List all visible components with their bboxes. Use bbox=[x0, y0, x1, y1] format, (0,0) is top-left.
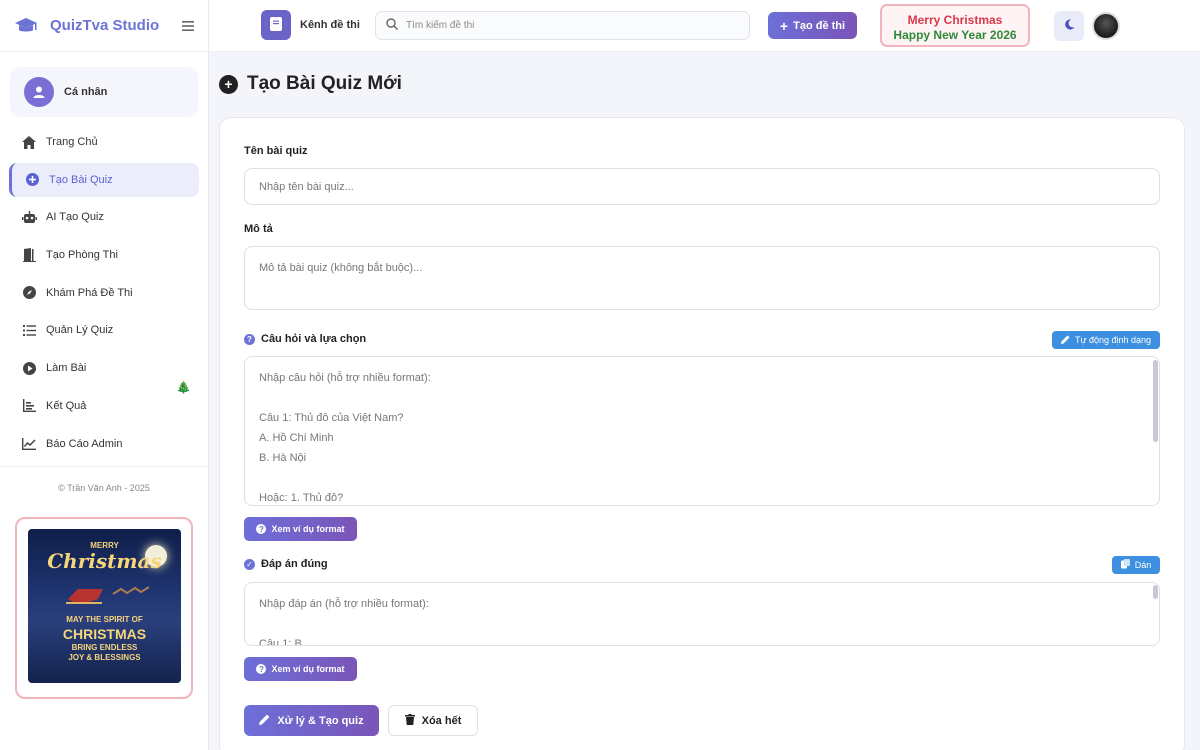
sidebar-item-ai-quiz[interactable]: AI Tạo Quiz bbox=[9, 200, 199, 234]
search-icon bbox=[386, 18, 398, 33]
xmas-card-line3: MAY THE SPIRIT OF bbox=[66, 615, 143, 624]
search-bar bbox=[375, 11, 750, 40]
sidebar-item-label: Tạo Bài Quiz bbox=[49, 173, 113, 186]
bar-chart-icon bbox=[20, 399, 38, 413]
xmas-card-line2: Christmas bbox=[47, 549, 162, 573]
brand: QuizTva Studio bbox=[0, 0, 208, 52]
clear-all-button[interactable]: Xóa hết bbox=[388, 705, 478, 736]
description-label: Mô tả bbox=[244, 223, 273, 235]
sidebar-item-create-quiz[interactable]: Tạo Bài Quiz bbox=[9, 162, 199, 197]
home-icon bbox=[20, 135, 38, 149]
sidebar-item-label: Khám Phá Đề Thi bbox=[46, 286, 133, 299]
xmas-card-line4: CHRISTMAS bbox=[62, 626, 147, 642]
moon-icon bbox=[1064, 19, 1075, 33]
example-format-button[interactable]: ? Xem ví dụ format bbox=[244, 517, 357, 541]
holiday-banner-line2: Happy New Year 2026 bbox=[893, 28, 1017, 42]
topbar: Kênh đề thi + Tạo đề thi Merry Christmas… bbox=[209, 0, 1200, 52]
channel-label[interactable]: Kênh đề thi bbox=[300, 19, 360, 31]
auto-format-button[interactable]: Tự động định dạng bbox=[1052, 331, 1160, 349]
answers-label-text: Đáp án đúng bbox=[261, 558, 328, 570]
sidebar-item-label: AI Tạo Quiz bbox=[46, 211, 104, 224]
list-icon bbox=[20, 324, 38, 336]
clear-label: Xóa hết bbox=[421, 714, 462, 727]
christmas-tree-icon: 🎄 bbox=[176, 380, 191, 394]
channel-button[interactable] bbox=[261, 10, 291, 40]
sidebar-item-take-quiz[interactable]: Làm Bài bbox=[9, 351, 199, 385]
xmas-card-line5-text: BRING ENDLESS bbox=[71, 643, 138, 652]
description-field[interactable] bbox=[244, 246, 1160, 310]
xmas-card-line5: BRING ENDLESS JOY & BLESSINGS bbox=[28, 643, 181, 663]
copyright: © Trần Văn Anh - 2025 bbox=[58, 482, 150, 493]
questions-label: ? Câu hỏi và lựa chọn bbox=[244, 333, 366, 345]
user-icon bbox=[24, 77, 54, 107]
answers-example-format-button[interactable]: ? Xem ví dụ format bbox=[244, 657, 357, 681]
example-format-label: Xem ví dụ format bbox=[271, 524, 345, 534]
question-icon: ? bbox=[256, 664, 267, 674]
questions-label-text: Câu hỏi và lựa chọn bbox=[261, 333, 367, 345]
quiz-name-input[interactable] bbox=[244, 168, 1160, 205]
auto-format-label: Tự động định dạng bbox=[1074, 335, 1152, 345]
sidebar-item-label: Trang Chủ bbox=[46, 136, 98, 148]
process-label: Xử lý & Tạo quiz bbox=[277, 714, 364, 727]
create-exam-button[interactable]: + Tạo đề thi bbox=[768, 12, 857, 39]
sidebar-item-explore[interactable]: Khám Phá Đề Thi bbox=[9, 276, 199, 310]
profile-label: Cá nhân bbox=[64, 86, 108, 98]
holiday-banner: Merry Christmas Happy New Year 2026 bbox=[880, 4, 1030, 47]
robot-icon bbox=[20, 210, 38, 224]
questions-field[interactable] bbox=[244, 356, 1160, 506]
pencil-icon bbox=[1060, 335, 1070, 346]
sidebar-item-manage-quiz[interactable]: Quản Lý Quiz bbox=[9, 313, 199, 347]
plus-circle-icon bbox=[23, 173, 41, 187]
paste-button[interactable]: Dán bbox=[1112, 556, 1160, 574]
sidebar-item-label: Kết Quả bbox=[46, 399, 87, 412]
sidebar-item-admin-reports[interactable]: Báo Cáo Admin bbox=[9, 427, 199, 461]
avatar[interactable] bbox=[1092, 12, 1120, 40]
sleigh-icon bbox=[66, 586, 150, 604]
plus-icon: + bbox=[779, 17, 789, 34]
theme-toggle-button[interactable] bbox=[1054, 11, 1084, 41]
profile-card[interactable]: Cá nhân bbox=[10, 67, 198, 117]
paste-label: Dán bbox=[1134, 560, 1152, 570]
questions-scrollbar[interactable] bbox=[1153, 360, 1158, 442]
xmas-card-line6-text: JOY & BLESSINGS bbox=[68, 653, 141, 662]
holiday-banner-line1: Merry Christmas bbox=[907, 13, 1003, 27]
question-icon: ? bbox=[256, 524, 267, 534]
clipboard-icon bbox=[1120, 559, 1130, 571]
create-exam-label: Tạo đề thi bbox=[793, 19, 846, 32]
sidebar-item-label: Quản Lý Quiz bbox=[46, 324, 114, 337]
search-input[interactable] bbox=[406, 20, 726, 31]
brand-name[interactable]: QuizTva Studio bbox=[50, 17, 159, 34]
compass-icon bbox=[20, 286, 38, 300]
sidebar-item-label: Làm Bài bbox=[46, 362, 87, 375]
plus-circle-icon: + bbox=[219, 74, 238, 94]
sidebar-divider bbox=[0, 465, 208, 467]
sidebar-item-home[interactable]: Trang Chủ bbox=[9, 125, 199, 159]
quiz-name-label: Tên bài quiz bbox=[244, 145, 308, 157]
page-title: + Tạo Bài Quiz Mới bbox=[219, 73, 402, 95]
page-title-text: Tạo Bài Quiz Mới bbox=[247, 73, 402, 94]
sidebar-item-label: Báo Cáo Admin bbox=[46, 437, 123, 450]
trash-icon bbox=[404, 713, 415, 728]
question-icon: ? bbox=[244, 333, 255, 345]
answers-label: ✓ Đáp án đúng bbox=[244, 558, 328, 570]
sidebar-item-label: Tạo Phòng Thi bbox=[46, 249, 118, 262]
hamburger-menu-icon[interactable] bbox=[182, 18, 194, 34]
door-icon bbox=[20, 248, 38, 263]
example-format-label: Xem ví dụ format bbox=[271, 664, 345, 674]
check-circle-icon: ✓ bbox=[244, 558, 255, 570]
christmas-image: MERRY Christmas MAY THE SPIRIT OF CHRIST… bbox=[28, 529, 181, 683]
pencil-icon bbox=[259, 714, 270, 728]
sidebar-item-results[interactable]: Kết Quả bbox=[9, 389, 199, 423]
graduation-cap-icon bbox=[14, 15, 42, 37]
line-chart-icon bbox=[20, 437, 38, 450]
book-icon bbox=[270, 16, 282, 34]
answers-scrollbar[interactable] bbox=[1153, 585, 1158, 599]
sidebar-nav: Trang Chủ Tạo Bài Quiz AI Tạo Quiz Tạo P… bbox=[0, 125, 208, 461]
answers-field[interactable] bbox=[244, 582, 1160, 646]
sidebar: QuizTva Studio Cá nhân Trang Chủ Tạo Bài… bbox=[0, 0, 209, 750]
process-create-quiz-button[interactable]: Xử lý & Tạo quiz bbox=[244, 705, 379, 736]
sidebar-item-exam-room[interactable]: Tạo Phòng Thi bbox=[9, 238, 199, 272]
play-icon bbox=[20, 361, 38, 375]
christmas-card: MERRY Christmas MAY THE SPIRIT OF CHRIST… bbox=[15, 517, 193, 699]
